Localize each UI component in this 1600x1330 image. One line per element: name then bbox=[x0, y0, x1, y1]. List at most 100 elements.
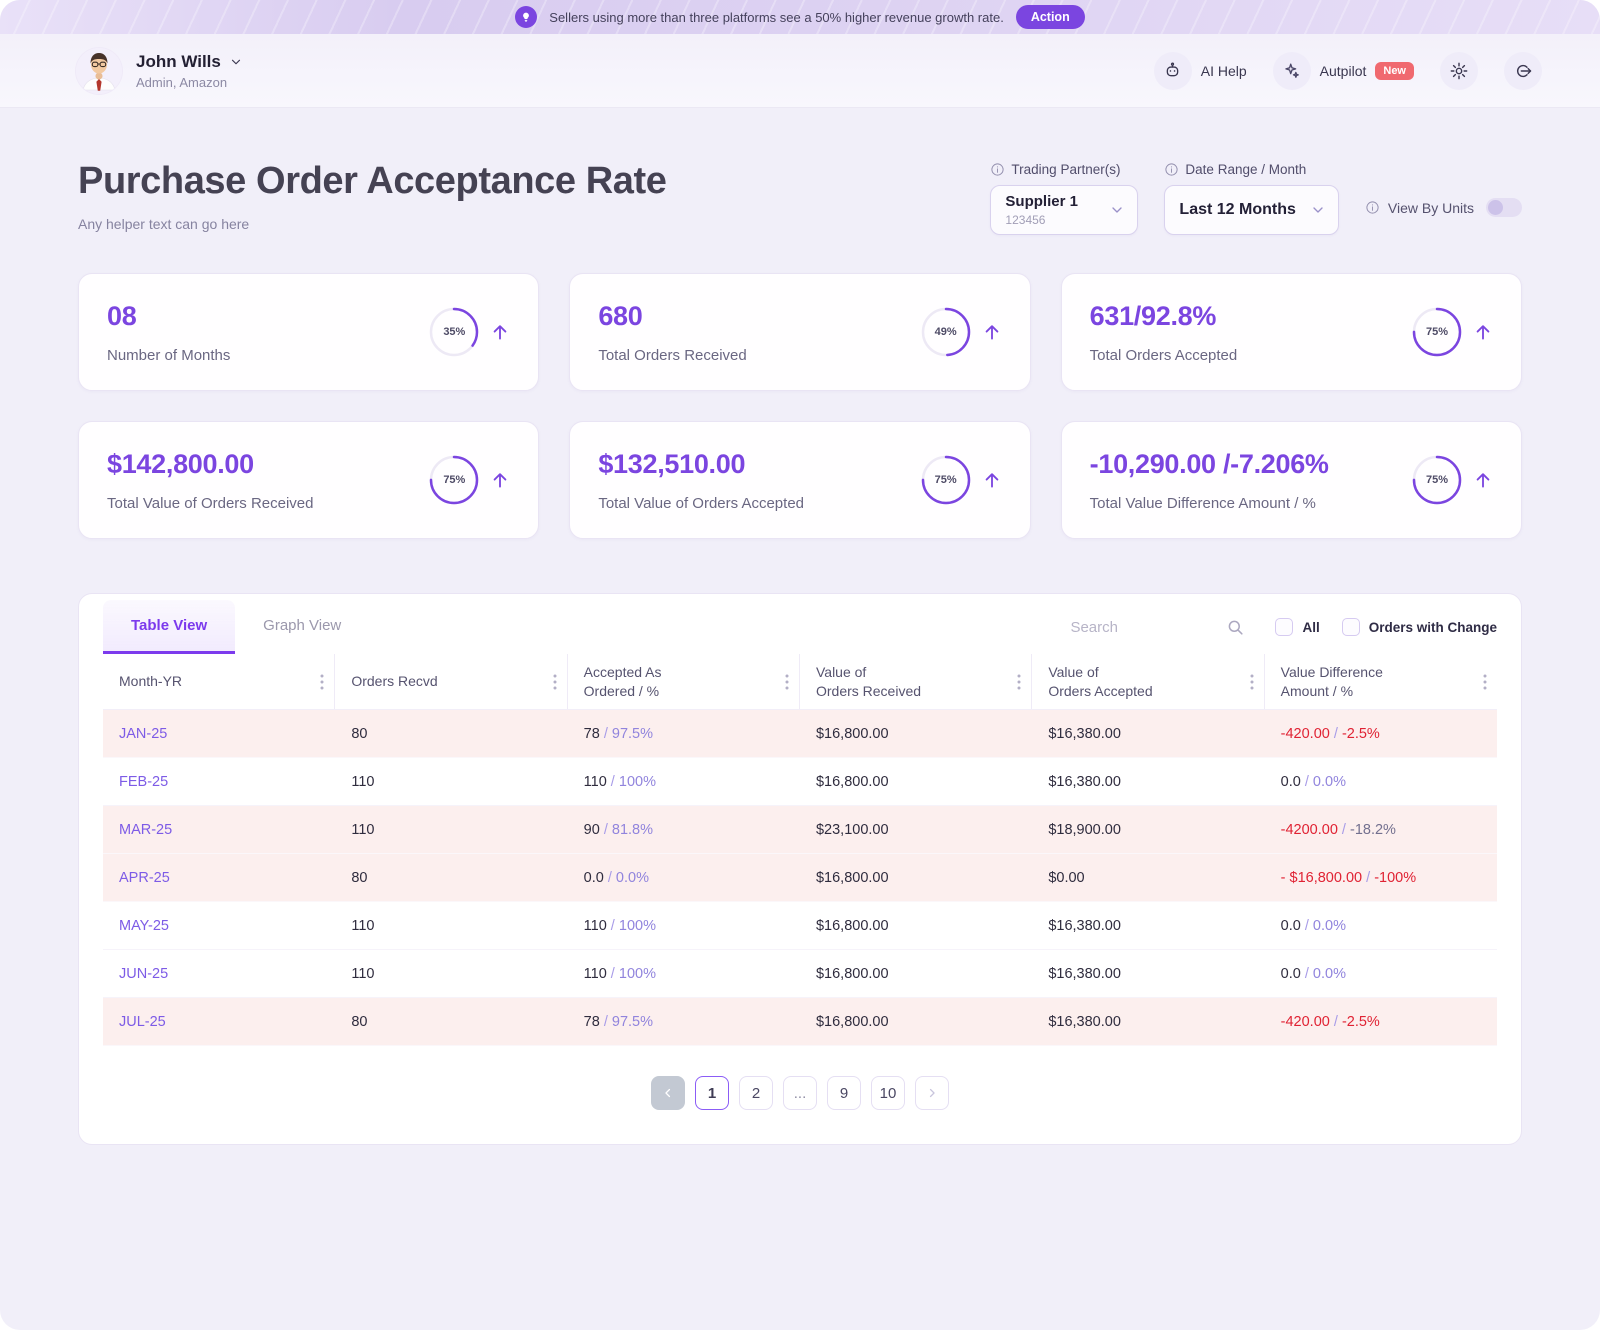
view-tabs: Table View Graph View bbox=[103, 600, 369, 654]
up-arrow-icon bbox=[982, 322, 1002, 342]
column-menu-icon[interactable] bbox=[1483, 674, 1487, 690]
up-arrow-icon bbox=[1473, 470, 1493, 490]
view-by-units-toggle[interactable] bbox=[1486, 198, 1522, 217]
progress-ring: 75% bbox=[1411, 306, 1463, 358]
tab-graph-view[interactable]: Graph View bbox=[235, 600, 369, 654]
settings-button[interactable] bbox=[1440, 52, 1478, 90]
page-subtitle: Any helper text can go here bbox=[78, 216, 667, 232]
column-header: Month-YR bbox=[103, 654, 335, 709]
table-panel: Table View Graph View All bbox=[78, 593, 1522, 1145]
stat-card: 08Number of Months35% bbox=[78, 273, 539, 391]
column-menu-icon[interactable] bbox=[553, 674, 557, 690]
value-received-cell: $16,800.00 bbox=[800, 726, 1032, 742]
orders-recvd-cell: 110 bbox=[335, 918, 567, 934]
header-actions: AI Help Autpilot New bbox=[1154, 52, 1542, 90]
value-received-cell: $16,800.00 bbox=[800, 966, 1032, 982]
value-accepted-cell: $18,900.00 bbox=[1032, 822, 1264, 838]
progress-ring: 75% bbox=[428, 454, 480, 506]
progress-percent: 75% bbox=[1411, 306, 1463, 358]
value-accepted-cell: $16,380.00 bbox=[1032, 774, 1264, 790]
avatar bbox=[76, 48, 122, 94]
stat-value: $132,510.00 bbox=[598, 449, 804, 480]
new-badge: New bbox=[1375, 62, 1414, 80]
table-row: JUN-25110110 / 100%$16,800.00$16,380.000… bbox=[103, 950, 1497, 998]
logout-button[interactable] bbox=[1504, 52, 1542, 90]
month-cell[interactable]: JUL-25 bbox=[103, 1014, 335, 1030]
orders-recvd-cell: 80 bbox=[335, 726, 567, 742]
sparkle-icon bbox=[1273, 52, 1311, 90]
autopilot-label: Autpilot bbox=[1320, 63, 1367, 79]
column-header: Value ofOrders Received bbox=[800, 654, 1032, 709]
pagination-next-button[interactable] bbox=[915, 1076, 949, 1110]
stats-grid: 08Number of Months35%680Total Orders Rec… bbox=[78, 273, 1522, 539]
stat-label: Total Value of Orders Received bbox=[107, 495, 314, 512]
accepted-cell: 0.0 / 0.0% bbox=[568, 870, 800, 886]
orders-recvd-cell: 80 bbox=[335, 1014, 567, 1030]
up-arrow-icon bbox=[490, 470, 510, 490]
stat-label: Number of Months bbox=[107, 347, 230, 364]
table-body: JAN-258078 / 97.5%$16,800.00$16,380.00-4… bbox=[103, 710, 1497, 1046]
stat-label: Total Orders Accepted bbox=[1090, 347, 1238, 364]
stat-value: 08 bbox=[107, 301, 230, 332]
month-cell[interactable]: MAY-25 bbox=[103, 918, 335, 934]
pagination-page-1[interactable]: 1 bbox=[695, 1076, 729, 1110]
pagination-prev-button[interactable] bbox=[651, 1076, 685, 1110]
stat-card: -10,290.00 /-7.206%Total Value Differenc… bbox=[1061, 421, 1522, 539]
pagination-page-9[interactable]: 9 bbox=[827, 1076, 861, 1110]
column-menu-icon[interactable] bbox=[1017, 674, 1021, 690]
trading-partner-label: Trading Partner(s) bbox=[1011, 162, 1120, 177]
pagination: 12...910 bbox=[103, 1076, 1497, 1110]
column-menu-icon[interactable] bbox=[1250, 674, 1254, 690]
up-arrow-icon bbox=[1473, 322, 1493, 342]
chevron-down-icon bbox=[229, 55, 243, 69]
column-header-label: Value ofOrders Received bbox=[816, 663, 921, 699]
month-cell[interactable]: JUN-25 bbox=[103, 966, 335, 982]
column-menu-icon[interactable] bbox=[785, 674, 789, 690]
stat-card: 631/92.8% Total Orders Accepted 75% bbox=[1061, 273, 1522, 391]
column-header-label: Month-YR bbox=[119, 672, 182, 690]
trading-partner-select[interactable]: Supplier 1 123456 bbox=[990, 185, 1138, 235]
column-header: Value DifferenceAmount / % bbox=[1265, 654, 1497, 709]
stat-label: Total Value of Orders Accepted bbox=[598, 495, 804, 512]
month-cell[interactable]: FEB-25 bbox=[103, 774, 335, 790]
month-cell[interactable]: APR-25 bbox=[103, 870, 335, 886]
filters: Trading Partner(s) Supplier 1 123456 Dat… bbox=[990, 162, 1522, 235]
value-accepted-cell: $16,380.00 bbox=[1032, 726, 1264, 742]
orders-recvd-cell: 80 bbox=[335, 870, 567, 886]
month-cell[interactable]: JAN-25 bbox=[103, 726, 335, 742]
user-menu[interactable]: John Wills Admin, Amazon bbox=[76, 48, 243, 94]
column-header-label: Value DifferenceAmount / % bbox=[1281, 663, 1383, 699]
pagination-page-2[interactable]: 2 bbox=[739, 1076, 773, 1110]
pagination-page-10[interactable]: 10 bbox=[871, 1076, 905, 1110]
diff-cell: 0.0 / 0.0% bbox=[1265, 918, 1497, 934]
checkbox-orders-with-change-label: Orders with Change bbox=[1369, 620, 1497, 635]
accepted-cell: 90 / 81.8% bbox=[568, 822, 800, 838]
app-window: Sellers using more than three platforms … bbox=[0, 0, 1600, 1330]
progress-percent: 49% bbox=[920, 306, 972, 358]
action-button[interactable]: Action bbox=[1016, 5, 1085, 29]
column-header-label: Orders Recvd bbox=[351, 672, 437, 690]
search-icon bbox=[1226, 618, 1245, 637]
stat-value: 631/92.8% bbox=[1090, 301, 1238, 332]
ai-help-button[interactable]: AI Help bbox=[1154, 52, 1247, 90]
date-range-select[interactable]: Last 12 Months bbox=[1164, 185, 1338, 235]
tab-table-view[interactable]: Table View bbox=[103, 600, 235, 654]
user-role: Admin, Amazon bbox=[136, 75, 243, 90]
progress-ring: 49% bbox=[920, 306, 972, 358]
checkbox-all[interactable]: All bbox=[1275, 618, 1319, 636]
column-header: Orders Recvd bbox=[335, 654, 567, 709]
month-cell[interactable]: MAR-25 bbox=[103, 822, 335, 838]
banner-message: Sellers using more than three platforms … bbox=[549, 10, 1004, 25]
trading-partner-id: 123456 bbox=[1005, 213, 1078, 227]
header: John Wills Admin, Amazon AI Help Autpilo… bbox=[0, 34, 1600, 108]
autopilot-button[interactable]: Autpilot New bbox=[1273, 52, 1414, 90]
checkbox-orders-with-change[interactable]: Orders with Change bbox=[1342, 618, 1497, 636]
accepted-cell: 78 / 97.5% bbox=[568, 1014, 800, 1030]
table-row: MAY-25110110 / 100%$16,800.00$16,380.000… bbox=[103, 902, 1497, 950]
info-icon bbox=[1164, 162, 1179, 177]
column-menu-icon[interactable] bbox=[320, 674, 324, 690]
up-arrow-icon bbox=[982, 470, 1002, 490]
value-accepted-cell: $16,380.00 bbox=[1032, 1014, 1264, 1030]
value-received-cell: $16,800.00 bbox=[800, 870, 1032, 886]
search-input[interactable] bbox=[1070, 619, 1218, 636]
